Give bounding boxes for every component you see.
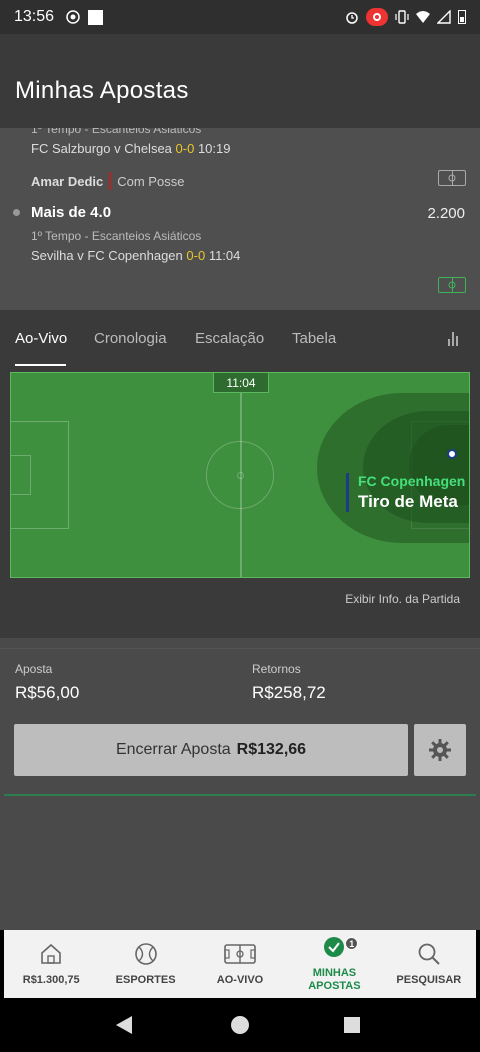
ball-marker xyxy=(447,449,457,459)
bets-count-badge: 1 xyxy=(345,937,359,950)
nav-ao-vivo[interactable]: AO-VIVO xyxy=(193,930,287,998)
cashout-value: R$132,66 xyxy=(236,741,307,758)
player-name: Amar Dedic xyxy=(31,173,104,189)
stats-icon[interactable] xyxy=(448,332,458,346)
battery-icon xyxy=(458,10,466,24)
field-clock: 11:04 xyxy=(213,373,269,393)
search-icon xyxy=(418,943,440,965)
selection1-teams: FC Salzburgo v Chelsea xyxy=(31,141,172,156)
gear-icon xyxy=(429,739,451,761)
selection2-title: Mais de 4.0 xyxy=(31,204,112,221)
match-info-link[interactable]: Exibir Info. da Partida xyxy=(345,592,460,606)
selection2-teams: Sevilha v FC Copenhagen xyxy=(31,248,183,263)
page-title: Minhas Apostas xyxy=(15,77,189,104)
returns-label: Retornos xyxy=(252,662,301,676)
player-stat: Com Posse xyxy=(117,173,185,189)
alarm-icon xyxy=(346,12,358,24)
nav-esportes[interactable]: ESPORTES xyxy=(98,930,192,998)
nav-pesquisar-label: PESQUISAR xyxy=(396,974,462,986)
cashout-settings-button[interactable] xyxy=(414,724,466,776)
event-action: Tiro de Meta xyxy=(358,492,458,511)
progress-divider xyxy=(4,794,476,796)
cashout-button[interactable]: Encerrar Aposta R$132,66 xyxy=(14,724,408,776)
nav-pesquisar[interactable]: PESQUISAR xyxy=(382,930,476,998)
selection2-score: 0-0 xyxy=(186,248,206,263)
center-spot xyxy=(237,472,244,479)
live-field-area: 11:04 FC Copenhagen Tiro de Meta Exibir … xyxy=(0,368,480,638)
returns-value: R$258,72 xyxy=(252,683,326,702)
stake-label: Aposta xyxy=(15,662,53,676)
recents-icon[interactable] xyxy=(344,1017,360,1033)
divider xyxy=(0,648,480,649)
bottom-nav: R$1.300,75 ESPORTES AO-VIVO 1 MINHAS APO… xyxy=(4,930,476,998)
status-time: 13:56 xyxy=(14,8,55,25)
tab-cronologia[interactable]: Cronologia xyxy=(94,330,167,347)
nav-minhas-apostas[interactable]: 1 MINHAS APOSTAS xyxy=(287,930,381,998)
app-bar: Minhas Apostas xyxy=(0,34,480,128)
home-button-icon[interactable] xyxy=(231,1016,249,1034)
selection2-odds: 2.200 xyxy=(427,205,465,222)
ball-icon xyxy=(134,943,157,965)
selection-status-dot xyxy=(13,209,20,216)
bet-card[interactable]: 1º Tempo - Escanteios Asiáticos FC Salzb… xyxy=(0,128,480,310)
wifi-icon xyxy=(416,11,430,23)
vibrate-icon xyxy=(395,10,409,24)
nav-ao-vivo-label: AO-VIVO xyxy=(216,974,264,986)
nav-balance[interactable]: R$1.300,75 xyxy=(4,930,98,998)
signal-icon xyxy=(437,10,451,24)
active-tab-indicator xyxy=(15,364,66,366)
tab-tabela[interactable]: Tabela xyxy=(292,330,336,347)
live-pitch-icon[interactable] xyxy=(438,170,466,186)
selection2-match: Sevilha v FC Copenhagen 0-0 11:04 xyxy=(31,248,240,263)
selection1-match: FC Salzburgo v Chelsea 0-0 10:19 xyxy=(31,141,231,156)
home-icon xyxy=(41,943,62,964)
notification-square-icon xyxy=(88,9,104,25)
check-icon xyxy=(324,937,345,957)
live-pitch-icon-active[interactable] xyxy=(438,277,466,293)
back-icon[interactable] xyxy=(116,1016,132,1034)
nav-balance-label: R$1.300,75 xyxy=(22,974,80,986)
selection2-clock: 11:04 xyxy=(208,248,241,263)
event-label: FC Copenhagen Tiro de Meta xyxy=(346,473,465,512)
selection1-market: 1º Tempo - Escanteios Asiáticos xyxy=(31,128,202,136)
selection1-score: 0-0 xyxy=(175,141,195,156)
pitch-icon xyxy=(224,944,256,964)
left-goal-area xyxy=(11,455,31,495)
nav-minhas-apostas-label: MINHAS APOSTAS xyxy=(308,967,361,992)
stake-value: R$56,00 xyxy=(15,683,80,702)
selection1-clock: 10:19 xyxy=(197,141,231,156)
tab-escalacao[interactable]: Escalação xyxy=(195,330,264,347)
match-tabs: Ao-Vivo Cronologia Escalação Tabela xyxy=(0,310,480,368)
cashout-label: Encerrar Aposta xyxy=(115,741,231,758)
selection2-market: 1º Tempo - Escanteios Asiáticos xyxy=(31,229,202,243)
system-nav-bar xyxy=(0,998,480,1052)
bet-summary: Aposta R$56,00 Retornos R$258,72 Encerra… xyxy=(0,638,480,930)
recording-icon xyxy=(366,8,388,26)
status-bar: 13:56 xyxy=(0,0,480,34)
player-row: Amar Dedic Com Posse xyxy=(31,172,184,190)
team-color-bar xyxy=(109,172,112,190)
target-icon xyxy=(66,10,80,24)
nav-esportes-label: ESPORTES xyxy=(115,974,176,986)
event-team: FC Copenhagen xyxy=(358,473,466,489)
tab-ao-vivo[interactable]: Ao-Vivo xyxy=(15,330,67,347)
football-pitch: 11:04 FC Copenhagen Tiro de Meta xyxy=(10,372,470,578)
